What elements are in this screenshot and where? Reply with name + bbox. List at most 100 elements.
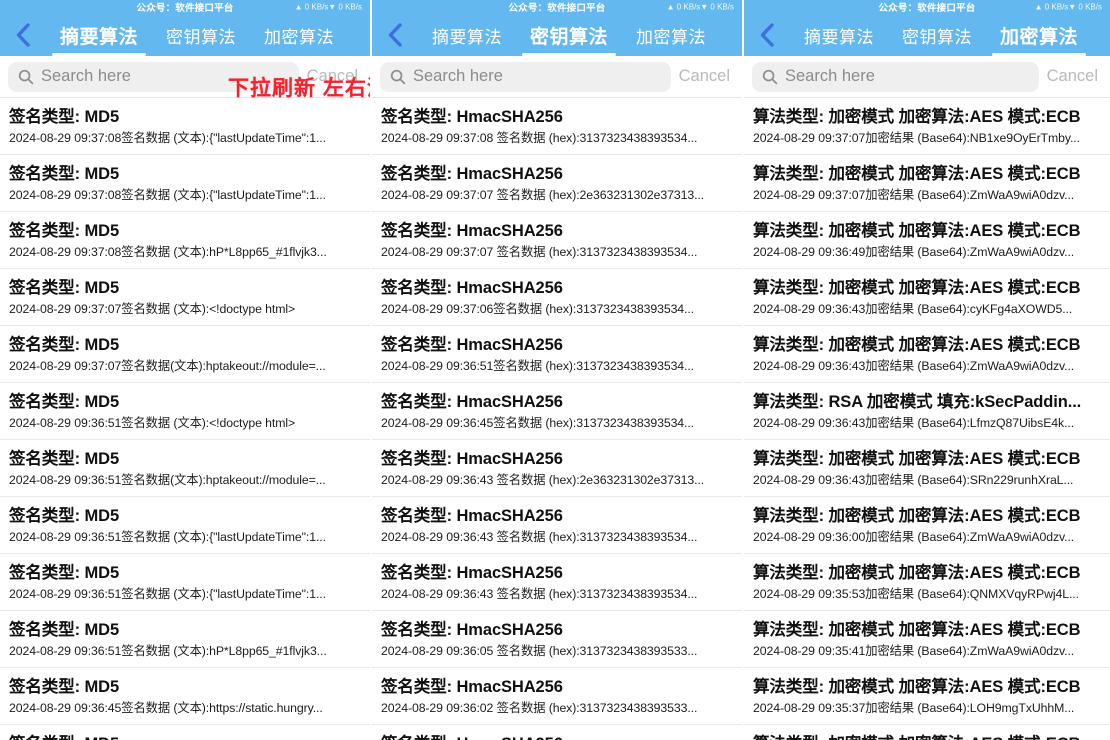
list-item[interactable]: 算法类型: 加密模式 加密算法:AES 模式:ECB 2024-08-29 09:… [744,554,1110,611]
network-speed-indicator: ▲ 0 KB/s▼ 0 KB/s [1034,2,1102,12]
app-panel-digest-algorithms: 公众号：软件接口平台 ▲ 0 KB/s▼ 0 KB/s 摘要算法 密钥算法 加密… [0,0,372,740]
list-item[interactable]: 签名类型: MD52024-08-29 09:36:45签名数据 (文本):ht… [0,668,370,725]
list-item[interactable]: 算法类型: 加密模式 加密算法:AES 模式:ECB2024-08-29 09:… [744,611,1110,668]
list-item-title: 签名类型: HmacSHA256 [381,564,563,582]
tab-key-algorithm[interactable]: 密钥算法 [152,14,250,56]
search-cancel-button[interactable]: Cancel [1039,67,1106,86]
list-item-title: 签名类型: MD5 [9,165,120,183]
list-item-title: 算法类型: 加密模式 加密算法:AES 模式:ECB [753,564,1081,582]
list-item[interactable]: 签名类型: HmacSHA256 2024-08-29 09:36:43 签名数据… [372,440,742,497]
list-item-title: 算法类型: 加密模式 加密算法:AES 模式:ECB [753,279,1081,297]
search-field[interactable] [752,61,1039,92]
status-bar-title: 公众号：软件接口平台 [878,3,976,14]
list-item[interactable]: 签名类型: HmacSHA256 2024-08-29 09:37:07 签名数据… [372,155,742,212]
tab-encryption-algorithm[interactable]: 加密算法 [986,14,1092,56]
list-item-title: 签名类型: HmacSHA256 [381,450,563,468]
list-item-title: 算法类型: 加密模式 加密算法:AES 模式:ECB [753,222,1081,240]
search-input[interactable] [785,67,1029,86]
list-item-subtitle: 2024-08-29 09:36:45签名数据 (hex):3137323438… [381,416,694,430]
list-item-subtitle: 2024-08-29 09:36:51签名数据 (hex):3137323438… [381,359,694,373]
list-item-subtitle: 2024-08-29 09:37:07加密结果 (Base64):NB1xe9O… [753,131,1080,145]
list-item-title: 算法类型: 加密模式 加密算法:AES 模式:ECB [753,678,1081,696]
list-item[interactable]: 算法类型: 加密模式 加密算法:AES 模式:ECB2024-08-29 09:… [744,668,1110,725]
list-item-title: 签名类型: MD5 [9,734,361,740]
list-item-subtitle: 2024-08-29 09:36:43 签名数据 (hex):313732343… [381,530,698,544]
list-item[interactable]: 签名类型: HmacSHA256 2024-08-29 09:36:45签名数据 … [372,383,742,440]
list-item-subtitle: 2024-08-29 09:36:43 签名数据 (hex):2e3632313… [381,473,705,487]
list-item[interactable]: 算法类型: RSA 加密模式 填充:kSecPaddin... 2024-08-2… [744,383,1110,440]
list-item[interactable]: 签名类型: MD5 2024-08-29 09:37:07签名数据(文本):hpt… [0,326,370,383]
list-item-title: 签名类型: MD5 [9,393,120,411]
tab-bar: 摘要算法 密钥算法 加密算法 [790,14,1110,56]
tab-key-algorithm[interactable]: 密钥算法 [888,14,986,56]
list-item[interactable]: 签名类型: MD5 2024-08-29 09:36:51签名数据 (文本):<!… [0,383,370,440]
list-item[interactable]: 签名类型: MD5 2024-08-29 09:37:08签名数据 (文本):{"… [0,155,370,212]
list-item[interactable]: 签名类型: HmacSHA256 2024-08-29 09:36:02 签名数据… [372,668,742,725]
record-list-digest[interactable]: 签名类型: MD5 2024-08-29 09:37:08签名数据 (文本):{"… [0,98,370,740]
app-panel-key-algorithms: 公众号：软件接口平台 ▲ 0 KB/s▼ 0 KB/s 摘要算法 密钥算法 加密… [372,0,744,740]
back-button[interactable] [744,14,790,56]
list-item[interactable]: 算法类型: 加密模式 加密算法:AES 模式:ECB 2024-08-29 09:… [744,497,1110,554]
list-item[interactable]: 签名类型: MD5 2024-08-29 09:36:51签名数据(文本):hpt… [0,440,370,497]
list-item[interactable]: 签名类型: MD5 2024-08-29 09:37:08签名数据 (文本):{"… [0,98,370,155]
record-list-key[interactable]: 签名类型: HmacSHA256 2024-08-29 09:37:08 签名数据… [372,98,742,740]
list-item[interactable]: 签名类型: HmacSHA256 2024-08-29 09:37:08 签名数据… [372,98,742,155]
tab-digest-algorithm[interactable]: 摘要算法 [790,14,888,56]
back-button[interactable] [372,14,418,56]
list-item-subtitle: 2024-08-29 09:35:53加密结果 (Base64):QNMXVqy… [753,587,1079,601]
list-item[interactable]: 签名类型: MD5 2024-08-29 09:37:08签名数据 (文本):hP… [0,212,370,269]
list-item[interactable]: 签名类型: MD5 2024-08-29 09:36:51签名数据 (文本):hP… [0,611,370,668]
list-item[interactable]: 算法类型: 加密模式 加密算法:AES 模式:ECB2024-08-29 09:… [744,98,1110,155]
search-cancel-button[interactable]: Cancel [671,67,738,86]
back-button[interactable] [0,14,46,56]
network-speed-indicator: ▲ 0 KB/s▼ 0 KB/s [666,2,734,12]
red-instruction-annotation: 下拉刷新 左右滑动 查看 [228,77,370,100]
list-item-subtitle: 2024-08-29 09:37:07加密结果 (Base64):ZmWaA9w… [753,188,1075,202]
tab-encryption-algorithm[interactable]: 加密算法 [250,14,348,56]
chevron-left-icon [16,23,30,47]
list-item-title: 签名类型: MD5 [9,564,120,582]
list-item-subtitle: 2024-08-29 09:37:07 签名数据 (hex):313732343… [381,245,698,259]
list-item-subtitle: 2024-08-29 09:36:00加密结果 (Base64):ZmWaA9w… [753,530,1075,544]
list-item-title: 算法类型: 加密模式 加密算法:AES 模式:ECB [753,734,1101,740]
list-item[interactable]: 签名类型: MD5 2024-08-29 09:37:07签名数据 (文本):<!… [0,269,370,326]
list-item[interactable]: 算法类型: 加密模式 加密算法:AES 模式:ECB2024-08-29 09:… [744,725,1110,740]
list-item[interactable]: 算法类型: 加密模式 加密算法:AES 模式:ECB2024-08-29 09:… [744,269,1110,326]
list-item[interactable]: 签名类型: HmacSHA256 2024-08-29 09:37:06签名数据 … [372,269,742,326]
navigation-bar: 摘要算法 密钥算法 加密算法 [372,14,742,56]
record-list-encryption[interactable]: 算法类型: 加密模式 加密算法:AES 模式:ECB 2024-08-29 09:… [744,98,1110,740]
list-item[interactable]: 签名类型: HmacSHA2562024-08-29 09:35:55 签名数据… [372,725,742,740]
list-item[interactable]: 签名类型: HmacSHA256 2024-08-29 09:36:05 签名数据… [372,611,742,668]
list-item[interactable]: 签名类型: MD52024-08-29 09:36:45签名数据 (文本):ht… [0,725,370,740]
list-item-subtitle: 2024-08-29 09:37:08签名数据 (文本):hP*L8pp65_#… [9,245,327,259]
list-item[interactable]: 签名类型: MD5 2024-08-29 09:36:51签名数据 (文本):{"… [0,497,370,554]
list-item[interactable]: 签名类型: MD5 2024-08-29 09:36:51签名数据 (文本):{"… [0,554,370,611]
tab-digest-algorithm[interactable]: 摘要算法 [418,14,516,56]
chevron-left-icon [388,23,402,47]
tab-encryption-algorithm[interactable]: 加密算法 [622,14,720,56]
tab-key-algorithm[interactable]: 密钥算法 [516,14,622,56]
list-item-title: 签名类型: MD5 [9,222,120,240]
list-item[interactable]: 签名类型: HmacSHA256 2024-08-29 09:37:07 签名数据… [372,212,742,269]
search-field[interactable] [380,61,671,92]
list-item-title: 签名类型: MD5 [9,336,120,354]
status-bar-title: 公众号：软件接口平台 [508,3,606,14]
list-item-subtitle: 2024-08-29 09:36:51签名数据 (文本):hP*L8pp65_#… [9,644,327,658]
list-item-subtitle: 2024-08-29 09:36:43加密结果 (Base64):LfmzQ87… [753,416,1075,430]
list-item[interactable]: 算法类型: 加密模式 加密算法:AES 模式:ECB2024-08-29 09:… [744,440,1110,497]
list-item-title: 签名类型: MD5 [9,678,120,696]
list-item[interactable]: 算法类型: 加密模式 加密算法:AES 模式:ECB2024-08-29 09:… [744,155,1110,212]
list-item-title: 签名类型: HmacSHA256 [381,621,563,639]
list-item-title: 签名类型: HmacSHA256 [381,165,563,183]
list-item[interactable]: 签名类型: HmacSHA256 2024-08-29 09:36:43 签名数据… [372,554,742,611]
search-input[interactable] [413,67,661,86]
list-item-title: 算法类型: 加密模式 加密算法:AES 模式:ECB [753,507,1081,525]
list-item[interactable]: 签名类型: HmacSHA256 2024-08-29 09:36:51签名数据 … [372,326,742,383]
network-speed-indicator: ▲ 0 KB/s▼ 0 KB/s [294,2,362,12]
list-item-subtitle: 2024-08-29 09:37:08签名数据 (文本):{"lastUpdat… [9,131,326,145]
list-item[interactable]: 签名类型: HmacSHA256 2024-08-29 09:36:43 签名数据… [372,497,742,554]
tab-digest-algorithm[interactable]: 摘要算法 [46,14,152,56]
list-item[interactable]: 算法类型: 加密模式 加密算法:AES 模式:ECB2024-08-29 09:… [744,326,1110,383]
list-item[interactable]: 算法类型: 加密模式 加密算法:AES 模式:ECB2024-08-29 09:… [744,212,1110,269]
status-bar: 公众号：软件接口平台 ▲ 0 KB/s▼ 0 KB/s [372,0,742,14]
